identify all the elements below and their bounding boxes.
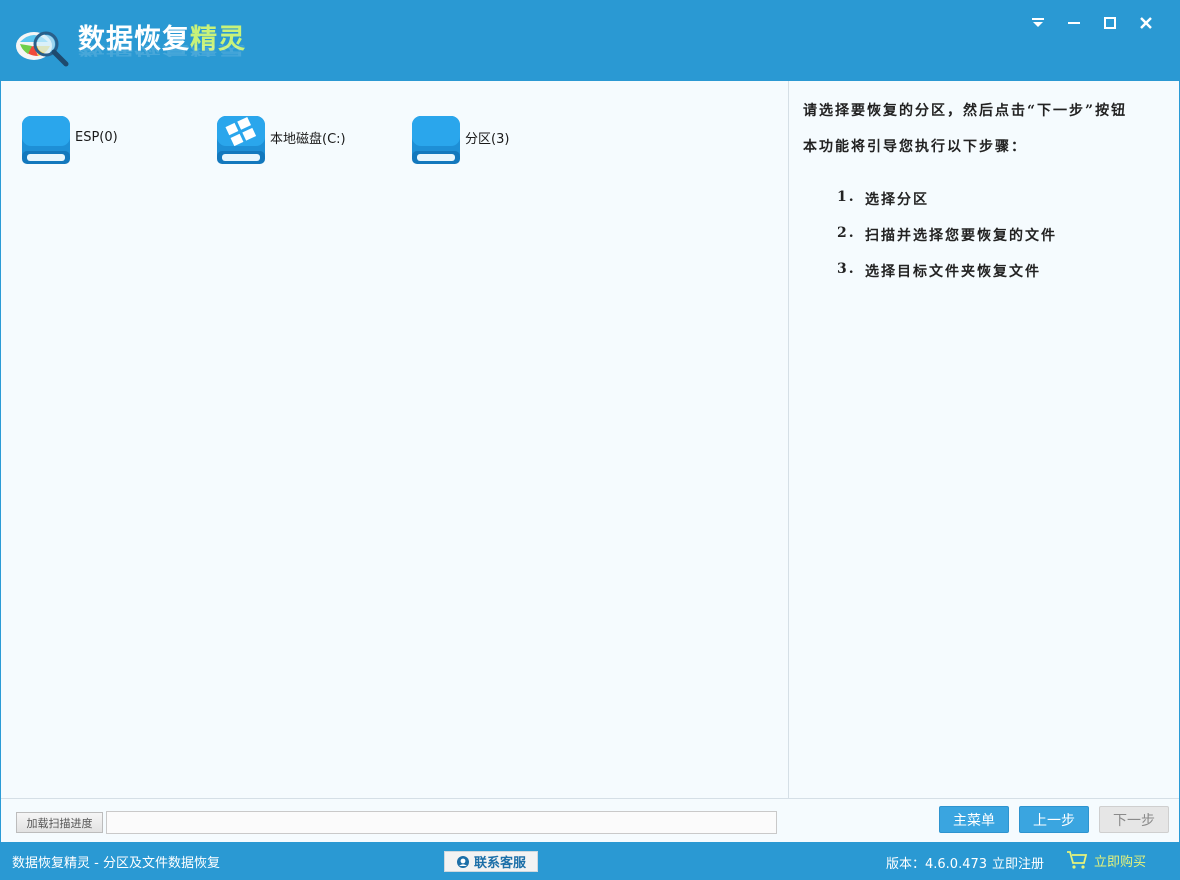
info-subtitle: 本功能将引导您执行以下步骤： — [803, 139, 1027, 155]
minimize-icon — [1068, 22, 1080, 24]
close-button[interactable] — [1128, 10, 1164, 36]
buy-now-link[interactable]: 立即购买 — [1066, 850, 1146, 870]
windows-drive-icon — [217, 116, 265, 164]
menu-dropdown-icon — [1032, 18, 1044, 27]
partition-label: ESP(0) — [75, 129, 118, 145]
partition-label: 分区(3) — [465, 131, 510, 147]
minimize-button[interactable] — [1056, 10, 1092, 36]
list-item: 2. 扫描并选择您要恢复的文件 — [837, 225, 1057, 244]
info-panel: 请选择要恢复的分区，然后点击“下一步”按钮 本功能将引导您执行以下步骤： 1. 选… — [789, 81, 1179, 798]
partition-item-esp[interactable]: ESP(0) — [19, 113, 118, 167]
maximize-button[interactable] — [1092, 10, 1128, 36]
status-text: 数据恢复精灵 - 分区及文件数据恢复 — [12, 856, 220, 871]
main-menu-button[interactable]: 主菜单 — [939, 806, 1009, 833]
register-link[interactable]: 立即注册 — [992, 853, 1044, 872]
close-icon — [1140, 17, 1152, 29]
cart-icon — [1067, 851, 1088, 869]
headset-icon — [456, 855, 469, 868]
bottom-toolbar: 加载扫描进度 主菜单 上一步 下一步 — [1, 799, 1179, 842]
load-scan-progress-button[interactable]: 加载扫描进度 — [16, 812, 103, 833]
partition-item-c[interactable]: 本地磁盘(C:) — [214, 113, 346, 167]
contact-support-button[interactable]: 联系客服 — [444, 851, 538, 872]
list-item: 3. 选择目标文件夹恢复文件 — [837, 261, 1041, 280]
info-title: 请选择要恢复的分区，然后点击“下一步”按钮 — [803, 103, 1128, 119]
partition-label: 本地磁盘(C:) — [270, 131, 346, 147]
app-title-reflection: 数据恢复精灵 — [78, 43, 246, 58]
menu-dropdown-button[interactable] — [1020, 10, 1056, 36]
steps-list: 1. 选择分区 2. 扫描并选择您要恢复的文件 3. 选择目标文件夹恢复文件 — [837, 189, 1057, 297]
list-item: 1. 选择分区 — [837, 189, 929, 208]
main-area: ESP(0) 本地磁盘(C:) 分区(3) 请选择要恢复的分区，然后点击“下一步… — [1, 81, 1179, 842]
app-logo-icon — [16, 31, 69, 67]
drive-icon — [412, 116, 460, 164]
next-step-button[interactable]: 下一步 — [1099, 806, 1169, 833]
progress-bar — [106, 811, 777, 834]
previous-step-button[interactable]: 上一步 — [1019, 806, 1089, 833]
maximize-icon — [1104, 17, 1116, 29]
window-controls — [1020, 10, 1164, 36]
partition-list: ESP(0) 本地磁盘(C:) 分区(3) — [1, 81, 788, 798]
status-bar: 数据恢复精灵 - 分区及文件数据恢复 联系客服 版本：4.6.0.473 立即注… — [0, 842, 1180, 880]
partition-item-3[interactable]: 分区(3) — [409, 113, 509, 167]
drive-icon — [22, 116, 70, 164]
title-bar: 数据恢复精灵 数据恢复精灵 — [0, 0, 1180, 81]
version-text: 版本：4.6.0.473 — [886, 857, 988, 872]
